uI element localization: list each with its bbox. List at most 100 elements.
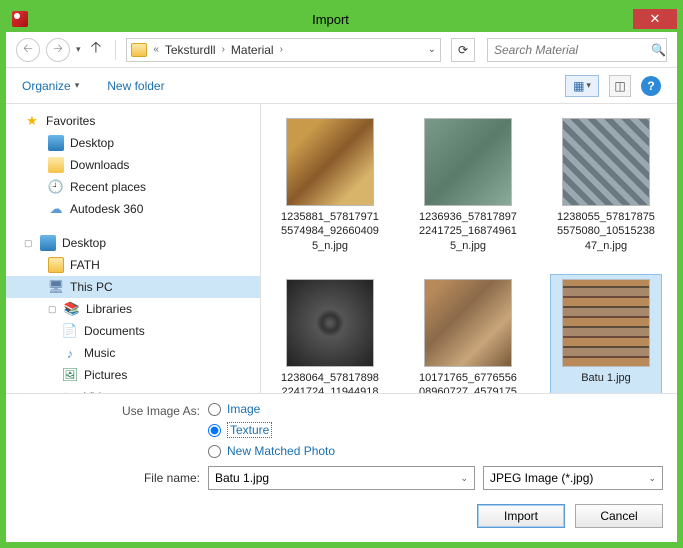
sidebar-item-label: Music: [84, 346, 115, 360]
file-item[interactable]: Batu 1.jpg: [551, 275, 661, 393]
file-name-label: File name:: [20, 471, 200, 485]
sidebar-item-label: This PC: [70, 280, 113, 294]
radio-input[interactable]: [208, 445, 221, 458]
sidebar-item-label: Libraries: [86, 302, 132, 316]
file-name: 1236936_578178972241725_168749615_n.jpg: [417, 210, 519, 253]
sidebar-item-desktop-root[interactable]: ▢ Desktop: [6, 232, 260, 254]
sidebar-item-libraries[interactable]: ▢ 📚 Libraries: [6, 298, 260, 320]
expand-icon[interactable]: ▢: [24, 238, 34, 249]
sidebar-item-desktop[interactable]: Desktop: [6, 132, 260, 154]
breadcrumb-prefix[interactable]: «: [151, 44, 161, 55]
radio-label: New Matched Photo: [227, 444, 335, 458]
sidebar-item-favorites[interactable]: ★Favorites: [6, 110, 260, 132]
file-item[interactable]: 1238064_578178982241724_1194491815_n.jpg: [275, 275, 385, 393]
new-folder-button[interactable]: New folder: [107, 79, 164, 93]
sidebar-item-fath[interactable]: FATH: [6, 254, 260, 276]
sidebar-item-pictures[interactable]: 🖼 Pictures: [6, 364, 260, 386]
preview-pane-button[interactable]: ◫: [609, 75, 631, 97]
search-icon: 🔍: [651, 43, 666, 57]
file-list[interactable]: 1235881_578179715574984_926604095_n.jpg …: [261, 104, 677, 393]
file-thumbnail: [424, 279, 512, 367]
address-bar[interactable]: « Teksturdll › Material › ⌄: [126, 38, 441, 62]
search-box[interactable]: 🔍: [487, 38, 667, 62]
sidebar-item-label: Desktop: [62, 236, 106, 250]
separator: [115, 40, 116, 60]
sidebar-item-autodesk[interactable]: ☁ Autodesk 360: [6, 198, 260, 220]
chevron-right-icon: ›: [220, 44, 227, 55]
sidebar-item-label: Autodesk 360: [70, 202, 143, 216]
sidebar-item-label: Videos: [84, 390, 120, 393]
address-dropdown[interactable]: ⌄: [428, 44, 436, 55]
chevron-right-icon: ›: [278, 44, 285, 55]
videos-icon: ▶: [62, 389, 78, 393]
up-button[interactable]: 🡡: [87, 37, 106, 62]
radio-input[interactable]: [208, 403, 221, 416]
pc-icon: 🖥: [48, 279, 64, 295]
file-name: 1235881_578179715574984_926604095_n.jpg: [279, 210, 381, 253]
sidebar-item-thispc[interactable]: 🖥 This PC: [6, 276, 260, 298]
file-thumbnail: [424, 118, 512, 206]
search-input[interactable]: [494, 43, 651, 57]
preview-icon: ◫: [614, 79, 625, 93]
file-type-value: JPEG Image (*.jpg): [490, 471, 593, 485]
file-thumbnail: [286, 279, 374, 367]
dropdown-icon[interactable]: ⌄: [460, 473, 468, 484]
file-name: 10171765_677655608960727_457917599195123…: [417, 371, 519, 393]
sidebar-item-label: Favorites: [46, 114, 95, 128]
forward-button[interactable]: 🡢: [46, 38, 70, 62]
history-dropdown[interactable]: ▾: [76, 44, 81, 55]
radio-label: Image: [227, 402, 260, 416]
radio-label: Texture: [227, 422, 272, 438]
file-item[interactable]: 1238055_578178755575080_1051523847_n.jpg: [551, 114, 661, 257]
expand-icon[interactable]: ▢: [48, 304, 58, 315]
pictures-icon: 🖼: [62, 367, 78, 383]
file-name: Batu 1.jpg: [581, 371, 631, 385]
file-item[interactable]: 1236936_578178972241725_168749615_n.jpg: [413, 114, 523, 257]
sidebar-item-music[interactable]: ♪ Music: [6, 342, 260, 364]
cloud-icon: ☁: [48, 201, 64, 217]
folder-icon: [48, 257, 64, 273]
radio-input[interactable]: [208, 424, 221, 437]
bottom-panel: Use Image As: Image Texture New Matched …: [6, 394, 677, 542]
view-mode-button[interactable]: ▦▾: [565, 75, 599, 97]
toolbar: Organize▾ New folder ▦▾ ◫ ?: [6, 68, 677, 104]
file-item[interactable]: 10171765_677655608960727_457917599195123…: [413, 275, 523, 393]
sidebar-item-label: Recent places: [70, 180, 146, 194]
file-item[interactable]: 1235881_578179715574984_926604095_n.jpg: [275, 114, 385, 257]
back-button[interactable]: 🡠: [16, 38, 40, 62]
sidebar-item-label: Downloads: [70, 158, 129, 172]
window-title: Import: [28, 12, 633, 27]
cancel-button[interactable]: Cancel: [575, 504, 663, 528]
radio-matched-photo[interactable]: New Matched Photo: [208, 444, 335, 458]
sidebar-item-documents[interactable]: 📄Documents: [6, 320, 260, 342]
libraries-icon: 📚: [64, 301, 80, 317]
file-name: 1238064_578178982241724_1194491815_n.jpg: [279, 371, 381, 393]
sidebar-item-recent[interactable]: 🕘Recent places: [6, 176, 260, 198]
file-thumbnail: [562, 118, 650, 206]
nav-bar: 🡠 🡢 ▾ 🡡 « Teksturdll › Material › ⌄ ⟳ 🔍: [6, 32, 677, 68]
refresh-button[interactable]: ⟳: [451, 38, 475, 62]
file-name-combo[interactable]: Batu 1.jpg ⌄: [208, 466, 475, 490]
file-thumbnail: [562, 279, 650, 367]
sidebar-item-videos[interactable]: ▶ Videos: [6, 386, 260, 393]
sidebar-item-label: Pictures: [84, 368, 127, 382]
app-icon: [12, 11, 28, 27]
music-icon: ♪: [62, 345, 78, 361]
sidebar-tree: ★Favorites Desktop Downloads 🕘Recent pla…: [6, 104, 261, 393]
file-type-combo[interactable]: JPEG Image (*.jpg) ⌄: [483, 466, 663, 490]
titlebar: Import ✕: [6, 6, 677, 32]
breadcrumb-item[interactable]: Material: [229, 43, 276, 57]
organize-menu[interactable]: Organize▾: [22, 79, 79, 93]
desktop-icon: [48, 135, 64, 151]
radio-image[interactable]: Image: [208, 402, 335, 416]
dropdown-icon[interactable]: ⌄: [648, 473, 656, 484]
file-name: 1238055_578178755575080_1051523847_n.jpg: [555, 210, 657, 253]
close-button[interactable]: ✕: [633, 9, 677, 29]
sidebar-item-label: FATH: [70, 258, 100, 272]
breadcrumb-item[interactable]: Teksturdll: [163, 43, 218, 57]
import-button[interactable]: Import: [477, 504, 565, 528]
documents-icon: 📄: [62, 323, 78, 339]
help-button[interactable]: ?: [641, 76, 661, 96]
sidebar-item-downloads[interactable]: Downloads: [6, 154, 260, 176]
radio-texture[interactable]: Texture: [208, 422, 335, 438]
